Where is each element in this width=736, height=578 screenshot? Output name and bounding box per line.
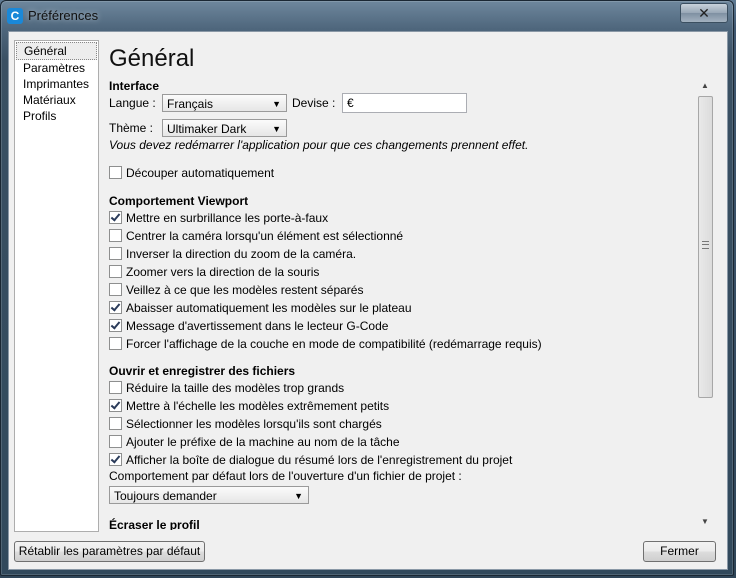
viewport-option[interactable]: Veillez à ce que les modèles restent sép…: [109, 282, 363, 298]
scroll-down-arrow-icon[interactable]: ▼: [697, 514, 713, 530]
files-option[interactable]: Mettre à l'échelle les modèles extrêmeme…: [109, 398, 389, 414]
viewport-option[interactable]: Message d'avertissement dans le lecteur …: [109, 318, 388, 334]
sidebar-item-settings[interactable]: Paramètres: [15, 60, 98, 76]
viewport-option-label: Inverser la direction du zoom de la camé…: [126, 247, 357, 261]
viewport-option[interactable]: Mettre en surbrillance les porte-à-faux: [109, 210, 328, 226]
files-checkbox[interactable]: [109, 417, 122, 430]
settings-scroll-area: Interface Langue : Français ▼ Devise : €…: [109, 78, 694, 530]
viewport-option-label: Forcer l'affichage de la couche en mode …: [126, 337, 542, 351]
section-title-viewport: Comportement Viewport: [109, 194, 249, 208]
viewport-option[interactable]: Centrer la caméra lorsqu'un élément est …: [109, 228, 403, 244]
currency-label: Devise :: [292, 96, 336, 110]
viewport-option-label: Veillez à ce que les modèles restent sép…: [126, 283, 364, 297]
viewport-option[interactable]: Zoomer vers la direction de la souris: [109, 264, 319, 280]
cura-app-icon: C: [7, 8, 23, 24]
viewport-option-label: Centrer la caméra lorsqu'un élément est …: [126, 229, 404, 243]
chevron-down-icon: ▼: [272, 124, 281, 134]
close-button[interactable]: Fermer: [643, 541, 716, 562]
currency-input[interactable]: €: [342, 93, 467, 113]
viewport-checkbox[interactable]: [109, 319, 122, 332]
files-option[interactable]: Ajouter le préfixe de la machine au nom …: [109, 434, 400, 450]
files-checkbox[interactable]: [109, 453, 122, 466]
viewport-checkbox[interactable]: [109, 265, 122, 278]
project-open-behavior-value: Toujours demander: [114, 489, 217, 503]
section-title-files: Ouvrir et enregistrer des fichiers: [109, 364, 296, 378]
viewport-checkbox[interactable]: [109, 301, 122, 314]
viewport-option-label: Message d'avertissement dans le lecteur …: [126, 319, 389, 333]
auto-slice-checkbox[interactable]: [109, 166, 122, 179]
vertical-scrollbar[interactable]: ▲ ▼: [697, 78, 713, 530]
files-checkbox[interactable]: [109, 435, 122, 448]
viewport-option-label: Mettre en surbrillance les porte-à-faux: [126, 211, 329, 225]
page-title: Général: [109, 45, 195, 72]
theme-value: Ultimaker Dark: [167, 122, 247, 136]
viewport-option[interactable]: Inverser la direction du zoom de la camé…: [109, 246, 356, 262]
window-title: Préférences: [28, 8, 99, 23]
title-bar: C Préférences ✕: [1, 1, 733, 31]
files-option-label: Afficher la boîte de dialogue du résumé …: [126, 453, 513, 467]
files-option[interactable]: Afficher la boîte de dialogue du résumé …: [109, 452, 512, 468]
scroll-up-arrow-icon[interactable]: ▲: [697, 78, 713, 94]
auto-slice-label: Découper automatiquement: [126, 166, 275, 180]
viewport-checkbox[interactable]: [109, 211, 122, 224]
sidebar-item-general[interactable]: Général: [16, 42, 97, 60]
viewport-option-label: Abaisser automatiquement les modèles sur…: [126, 301, 412, 315]
sidebar-item-printers[interactable]: Imprimantes: [15, 76, 98, 92]
files-option-label: Mettre à l'échelle les modèles extrêmeme…: [126, 399, 390, 413]
chevron-down-icon: ▼: [272, 99, 281, 109]
files-option[interactable]: Sélectionner les modèles lorsqu'ils sont…: [109, 416, 382, 432]
grip-icon: [702, 241, 709, 249]
restart-note: Vous devez redémarrer l'application pour…: [109, 138, 529, 152]
viewport-option[interactable]: Forcer l'affichage de la couche en mode …: [109, 336, 542, 352]
viewport-option-label: Zoomer vers la direction de la souris: [126, 265, 320, 279]
auto-slice-option[interactable]: Découper automatiquement: [109, 165, 274, 181]
language-value: Français: [167, 97, 214, 111]
preferences-window: C Préférences ✕ Général Paramètres Impri…: [0, 0, 734, 576]
theme-dropdown[interactable]: Ultimaker Dark ▼: [162, 119, 287, 137]
viewport-checkbox[interactable]: [109, 337, 122, 350]
chevron-down-icon: ▼: [294, 491, 303, 501]
files-checkbox[interactable]: [109, 399, 122, 412]
preferences-sidebar: Général Paramètres Imprimantes Matériaux…: [14, 40, 99, 532]
project-open-behavior-label: Comportement par défaut lors de l'ouvert…: [109, 469, 462, 483]
scrollbar-thumb[interactable]: [698, 96, 713, 398]
files-checkbox[interactable]: [109, 381, 122, 394]
sidebar-item-materials[interactable]: Matériaux: [15, 92, 98, 108]
viewport-option[interactable]: Abaisser automatiquement les modèles sur…: [109, 300, 412, 316]
files-option[interactable]: Réduire la taille des modèles trop grand…: [109, 380, 344, 396]
language-label: Langue :: [109, 96, 156, 110]
dialog-client-area: Général Paramètres Imprimantes Matériaux…: [8, 31, 728, 570]
files-option-label: Ajouter le préfixe de la machine au nom …: [126, 435, 400, 449]
sidebar-item-profiles[interactable]: Profils: [15, 108, 98, 124]
section-title-interface: Interface: [109, 79, 160, 93]
theme-label: Thème :: [109, 121, 154, 135]
project-open-behavior-dropdown[interactable]: Toujours demander ▼: [109, 486, 309, 504]
window-close-button[interactable]: ✕: [680, 3, 728, 23]
files-option-label: Réduire la taille des modèles trop grand…: [126, 381, 345, 395]
language-dropdown[interactable]: Français ▼: [162, 94, 287, 112]
viewport-checkbox[interactable]: [109, 283, 122, 296]
section-title-override-profile: Écraser le profil: [109, 518, 200, 530]
viewport-checkbox[interactable]: [109, 247, 122, 260]
reset-defaults-button[interactable]: Rétablir les paramètres par défaut: [14, 541, 205, 562]
files-option-label: Sélectionner les modèles lorsqu'ils sont…: [126, 417, 382, 431]
viewport-checkbox[interactable]: [109, 229, 122, 242]
